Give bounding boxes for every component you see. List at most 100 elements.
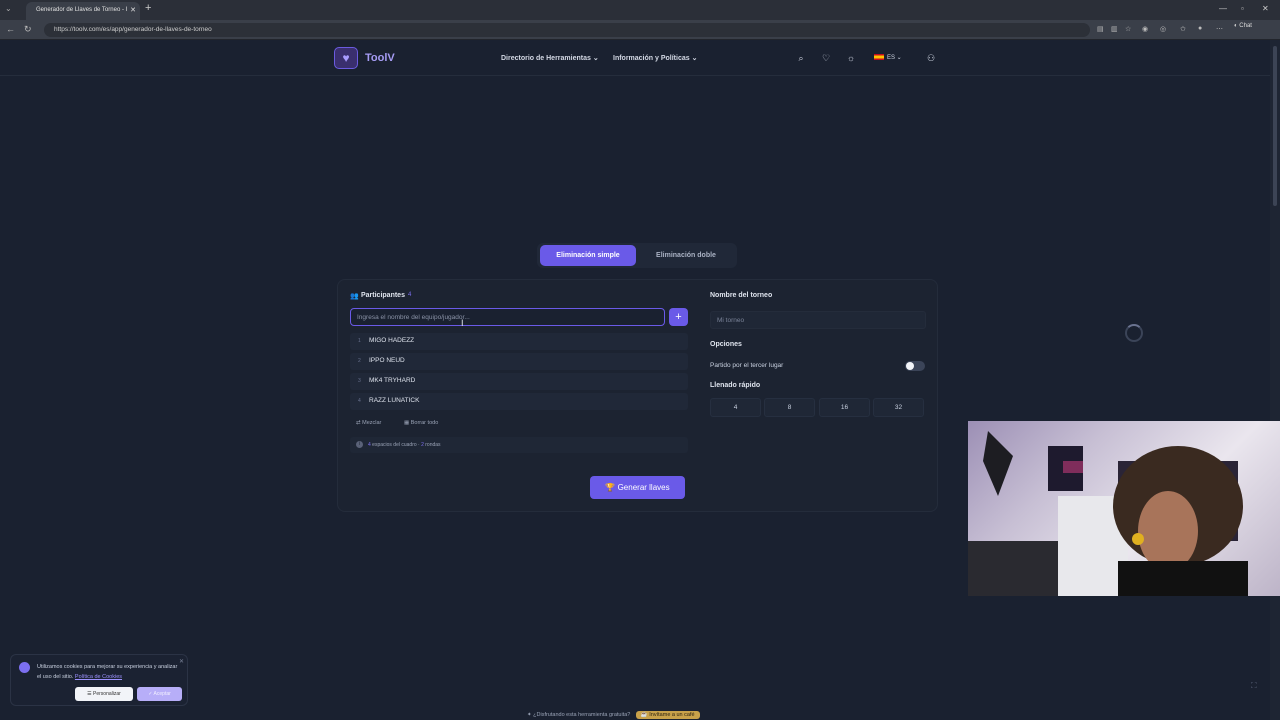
participant-name: MIGO HADEZZ: [369, 337, 415, 344]
tab-title: Generador de Llaves de Torneo - I: [36, 7, 128, 13]
participants-title: Participantes: [361, 292, 405, 299]
maximize-icon[interactable]: ▫: [1241, 4, 1244, 13]
quick-fill-32-button[interactable]: 32: [873, 398, 924, 417]
double-elimination-tab[interactable]: Eliminación doble: [638, 245, 734, 266]
spain-flag-icon: [874, 54, 884, 61]
participant-name: IPPO NEUD: [369, 357, 405, 364]
favorites-icon[interactable]: ✩: [1180, 25, 1186, 33]
theme-sun-icon[interactable]: ☼: [844, 51, 858, 65]
expand-icon[interactable]: ⛶: [1251, 681, 1257, 691]
language-selector[interactable]: ES ⌄: [874, 51, 902, 65]
chat-button[interactable]: ◐ Chat: [1234, 23, 1252, 29]
cookie-banner: Utilizamos cookies para mejorar su exper…: [10, 654, 188, 706]
participant-number: 3: [358, 378, 361, 384]
back-icon[interactable]: ←: [6, 24, 15, 34]
url-text: https://toolv.com/es/app/generador-de-ll…: [54, 26, 212, 33]
address-bar: ← ↻ https://toolv.com/es/app/generador-d…: [0, 20, 1280, 40]
reload-icon[interactable]: ↻: [24, 24, 32, 35]
nav-directory-label: Directorio de Herramientas: [501, 55, 591, 62]
accept-cookies-button[interactable]: ✓ Aceptar: [137, 687, 182, 701]
coffee-icon: ☕: [640, 712, 648, 718]
scrollbar-thumb[interactable]: [1273, 46, 1277, 206]
nav-info-label: Información y Políticas: [613, 55, 690, 62]
quick-fill-4-button[interactable]: 4: [710, 398, 761, 417]
url-field[interactable]: https://toolv.com/es/app/generador-de-ll…: [44, 23, 1090, 37]
quick-fill-8-button[interactable]: 8: [764, 398, 815, 417]
site-header: ♥ ToolV Directorio de Herramientas ⌄ Inf…: [0, 40, 1270, 76]
bookmark-star-icon[interactable]: ☆: [1125, 25, 1131, 33]
logo-icon[interactable]: ♥: [334, 47, 358, 69]
more-icon[interactable]: ⋯: [1216, 25, 1223, 33]
generate-brackets-button[interactable]: 🏆 Generar llaves: [590, 476, 685, 499]
participant-row[interactable]: 1 MIGO HADEZZ: [350, 333, 688, 350]
third-place-label: Partido por el tercer lugar: [710, 362, 784, 369]
support-bar: ✦ ¿Disfrutando esta herramienta gratuita…: [527, 711, 700, 719]
users-icon: 👥: [350, 293, 359, 300]
close-window-icon[interactable]: ✕: [1262, 4, 1269, 13]
generate-label: Generar llaves: [617, 483, 670, 492]
trash-icon: ▦: [404, 420, 410, 426]
new-tab-icon[interactable]: +: [145, 2, 151, 14]
cookie-icon: [19, 662, 30, 673]
clear-all-label: Borrar todo: [410, 420, 439, 426]
coffee-label: Invítame a un café: [649, 712, 695, 718]
logo-text[interactable]: ToolV: [365, 52, 395, 64]
rounds-text: rondas: [425, 442, 441, 448]
info-icon: i: [356, 441, 363, 449]
participant-name-input[interactable]: [350, 308, 665, 326]
participant-name: RAZZ LUNATICK: [369, 397, 420, 404]
customize-cookies-button[interactable]: ☰ Personalizar: [75, 687, 133, 701]
bracket-info-bar: i4 espacios del cuadro · 2 rondas: [350, 437, 688, 453]
extension-icon[interactable]: ◎: [1160, 25, 1166, 33]
webcam-image: [968, 431, 1248, 596]
toggle-knob: [906, 362, 914, 370]
heart-icon[interactable]: ♡: [819, 51, 833, 65]
participant-row[interactable]: 2 IPPO NEUD: [350, 353, 688, 370]
tournament-name-label: Nombre del torneo: [710, 292, 773, 299]
browser-tab[interactable]: Generador de Llaves de Torneo - I ✕: [26, 2, 140, 20]
nav-directory[interactable]: Directorio de Herramientas ⌄: [501, 54, 599, 62]
participant-row[interactable]: 4 RAZZ LUNATICK: [350, 393, 688, 410]
chevron-down-icon: ⌄: [691, 55, 698, 62]
support-text: ¿Disfrutando esta herramienta gratuita?: [533, 712, 631, 718]
single-elimination-tab[interactable]: Eliminación simple: [540, 245, 636, 266]
user-icon[interactable]: ⚇: [924, 51, 938, 65]
language-label: ES: [887, 55, 896, 61]
third-place-toggle[interactable]: [905, 361, 925, 371]
sparkle-icon: ✦: [527, 712, 532, 718]
participant-number: 2: [358, 358, 361, 364]
nav-info[interactable]: Información y Políticas ⌄: [613, 54, 697, 62]
participant-row[interactable]: 3 MK4 TRYHARD: [350, 373, 688, 390]
cookie-policy-link[interactable]: Política de Cookies: [75, 674, 122, 680]
webcam-overlay: [968, 421, 1280, 596]
clear-all-button[interactable]: ▦ Borrar todo: [404, 420, 438, 426]
extension-icon[interactable]: ▤: [1097, 25, 1104, 33]
accept-label: Aceptar: [153, 691, 171, 697]
close-tab-icon[interactable]: ✕: [130, 6, 136, 14]
close-icon[interactable]: ✕: [179, 658, 184, 665]
extension-icon[interactable]: ▥: [1111, 25, 1118, 33]
extension-icon[interactable]: ◉: [1142, 25, 1148, 33]
minimize-icon[interactable]: —: [1219, 4, 1227, 13]
participant-number: 1: [358, 338, 361, 344]
loading-spinner-icon: [1125, 324, 1143, 342]
tab-list-icon[interactable]: ⌄: [5, 4, 12, 13]
shuffle-button[interactable]: ⇄ Mezclar: [356, 420, 381, 426]
tournament-name-input[interactable]: [710, 311, 926, 329]
page-scrollbar[interactable]: [1270, 40, 1280, 720]
shuffle-icon: ⇄: [356, 420, 361, 426]
profile-icon[interactable]: ●: [1198, 25, 1202, 32]
trophy-icon: 🏆: [605, 483, 616, 492]
customize-label: Personalizar: [93, 691, 121, 697]
sliders-icon: ☰: [87, 691, 92, 697]
buy-coffee-button[interactable]: ☕ Invítame a un café: [635, 711, 700, 719]
shuffle-label: Mezclar: [362, 420, 382, 426]
add-participant-button[interactable]: +: [669, 308, 688, 326]
search-icon[interactable]: ⌕: [794, 51, 808, 65]
cookie-text: Utilizamos cookies para mejorar su exper…: [37, 662, 179, 682]
browser-titlebar: ⌄ Generador de Llaves de Torneo - I ✕ + …: [0, 0, 1280, 20]
quick-fill-16-button[interactable]: 16: [819, 398, 870, 417]
elimination-mode-toggle: Eliminación simple Eliminación doble: [537, 243, 737, 268]
quick-fill-label: Llenado rápido: [710, 382, 761, 389]
participant-number: 4: [358, 398, 361, 404]
